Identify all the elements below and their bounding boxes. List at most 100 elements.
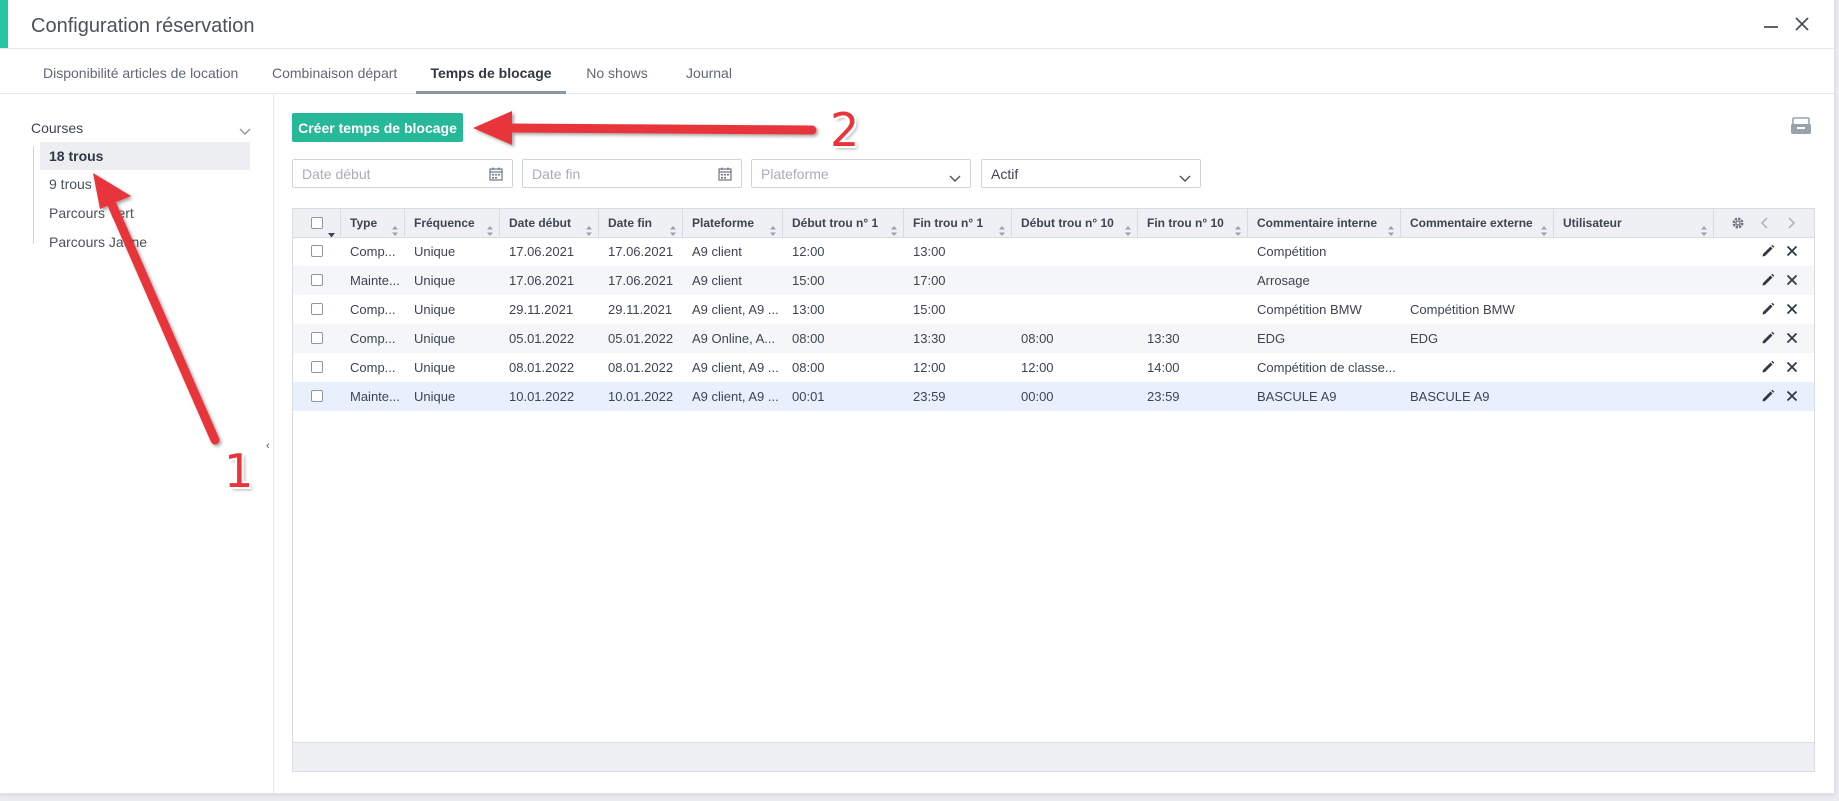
- edit-pencil-icon[interactable]: [1761, 273, 1775, 292]
- table-row[interactable]: Comp... Unique 29.11.2021 29.11.2021 A9 …: [293, 295, 1814, 324]
- cell-type: Comp...: [350, 244, 396, 259]
- course-item-18-trous[interactable]: 18 trous: [40, 142, 250, 170]
- column-header-commentaire-interne[interactable]: Commentaire interne: [1248, 209, 1401, 237]
- column-header-date-debut[interactable]: Date début: [500, 209, 599, 237]
- column-header-label: Début trou n° 10: [1021, 216, 1114, 230]
- courses-header[interactable]: Courses: [31, 120, 251, 140]
- platform-select[interactable]: Plateforme: [751, 159, 971, 188]
- tab-combinaison-depart[interactable]: Combinaison départ: [272, 49, 397, 93]
- collapse-sidebar-icon[interactable]: ‹: [266, 440, 270, 452]
- edit-pencil-icon[interactable]: [1761, 244, 1775, 263]
- cell-date-debut: 10.01.2022: [509, 389, 575, 404]
- cell-date-fin: 08.01.2022: [608, 360, 674, 375]
- annotation-label-1: 1: [224, 444, 254, 498]
- course-item-parcours-vert[interactable]: Parcours Vert: [40, 199, 250, 227]
- select-all-header[interactable]: [293, 209, 341, 238]
- cell-debut-trou-10: [1012, 237, 1138, 266]
- edit-pencil-icon[interactable]: [1761, 360, 1775, 379]
- status-select[interactable]: Actif: [981, 159, 1201, 188]
- date-start-filter[interactable]: [292, 159, 513, 188]
- edit-pencil-icon[interactable]: [1761, 302, 1775, 321]
- cell-debut-trou-10: 08:00: [1021, 331, 1054, 346]
- close-icon[interactable]: [1792, 14, 1812, 34]
- chevron-left-icon[interactable]: [1761, 216, 1769, 234]
- row-checkbox[interactable]: [311, 390, 323, 402]
- chevron-right-icon[interactable]: [1787, 216, 1795, 234]
- gear-icon[interactable]: [1731, 216, 1745, 235]
- course-item-parcours-jaune[interactable]: Parcours Jaune: [40, 228, 250, 256]
- edit-pencil-icon[interactable]: [1761, 389, 1775, 408]
- table-row[interactable]: Comp... Unique 17.06.2021 17.06.2021 A9 …: [293, 237, 1814, 266]
- table-row[interactable]: Comp... Unique 08.01.2022 08.01.2022 A9 …: [293, 353, 1814, 382]
- cell-type: Comp...: [350, 331, 396, 346]
- blocking-times-grid: Type Fréquence Date début Date fin Plate…: [292, 208, 1815, 772]
- archive-icon[interactable]: [1789, 116, 1813, 141]
- minimize-icon[interactable]: [1761, 14, 1781, 34]
- cell-fin-trou-1: 15:00: [913, 302, 946, 317]
- cell-fin-trou-10: [1138, 295, 1248, 324]
- delete-x-icon[interactable]: [1786, 389, 1798, 407]
- cell-debut-trou-1: 15:00: [792, 273, 825, 288]
- row-checkbox[interactable]: [311, 361, 323, 373]
- row-checkbox[interactable]: [311, 274, 323, 286]
- cell-fin-trou-1: 23:59: [913, 389, 946, 404]
- tab-temps-de-blocage[interactable]: Temps de blocage: [416, 49, 566, 94]
- cell-frequence: Unique: [414, 389, 456, 404]
- row-checkbox[interactable]: [311, 245, 323, 257]
- grid-header: Type Fréquence Date début Date fin Plate…: [293, 209, 1814, 238]
- cell-commentaire-externe: Compétition BMW: [1410, 302, 1515, 317]
- cell-debut-trou-10: [1012, 266, 1138, 295]
- status-select-value: Actif: [991, 166, 1019, 182]
- cell-plateforme: A9 client: [692, 273, 742, 288]
- table-row[interactable]: Mainte... Unique 17.06.2021 17.06.2021 A…: [293, 266, 1814, 295]
- column-header-label: Type: [350, 216, 378, 230]
- row-checkbox[interactable]: [311, 332, 323, 344]
- row-checkbox[interactable]: [311, 303, 323, 315]
- cell-fin-trou-1: 13:30: [913, 331, 946, 346]
- date-end-input[interactable]: [523, 160, 741, 187]
- select-all-checkbox[interactable]: [311, 217, 323, 229]
- column-header-frequence[interactable]: Fréquence: [405, 209, 500, 237]
- cell-fin-trou-10: 13:30: [1147, 331, 1180, 346]
- column-header-utilisateur[interactable]: Utilisateur: [1554, 209, 1714, 237]
- date-start-input[interactable]: [293, 160, 512, 187]
- cell-commentaire-externe: [1401, 266, 1554, 295]
- cell-fin-trou-10: 14:00: [1147, 360, 1180, 375]
- delete-x-icon[interactable]: [1786, 273, 1798, 291]
- cell-utilisateur: [1554, 295, 1714, 324]
- cell-date-debut: 17.06.2021: [509, 273, 575, 288]
- grid-footer: [293, 742, 1814, 771]
- course-item-9-trous[interactable]: 9 trous: [40, 170, 250, 198]
- column-header-fin-trou-1[interactable]: Fin trou n° 1: [904, 209, 1012, 237]
- delete-x-icon[interactable]: [1786, 302, 1798, 320]
- column-header-plateforme[interactable]: Plateforme: [683, 209, 783, 237]
- delete-x-icon[interactable]: [1786, 360, 1798, 378]
- column-header-commentaire-externe[interactable]: Commentaire externe: [1401, 209, 1554, 237]
- arrow-2: [473, 111, 817, 145]
- column-header-fin-trou-10[interactable]: Fin trou n° 10: [1138, 209, 1248, 237]
- cell-date-debut: 29.11.2021: [509, 302, 574, 317]
- table-row[interactable]: Comp... Unique 05.01.2022 05.01.2022 A9 …: [293, 324, 1814, 353]
- column-header-type[interactable]: Type: [341, 209, 405, 237]
- annotation-label-2: 2: [830, 103, 860, 157]
- cell-date-fin: 10.01.2022: [608, 389, 674, 404]
- column-header-debut-trou-10[interactable]: Début trou n° 10: [1012, 209, 1138, 237]
- column-header-date-fin[interactable]: Date fin: [599, 209, 683, 237]
- cell-frequence: Unique: [414, 273, 456, 288]
- delete-x-icon[interactable]: [1786, 244, 1798, 262]
- chevron-down-icon: [239, 123, 251, 139]
- cell-date-debut: 08.01.2022: [509, 360, 575, 375]
- date-end-filter[interactable]: [522, 159, 742, 188]
- cell-fin-trou-1: 17:00: [913, 273, 946, 288]
- tab-journal[interactable]: Journal: [686, 49, 732, 93]
- table-row[interactable]: Mainte... Unique 10.01.2022 10.01.2022 A…: [293, 382, 1814, 411]
- tab-no-shows[interactable]: No shows: [586, 49, 648, 93]
- column-header-debut-trou-1[interactable]: Début trou n° 1: [783, 209, 904, 237]
- tab-disponibilite[interactable]: Disponibilité articles de location: [43, 49, 238, 93]
- chevron-down-icon: [1179, 170, 1191, 188]
- title-bar: Configuration réservation: [0, 0, 1834, 49]
- edit-pencil-icon[interactable]: [1761, 331, 1775, 350]
- delete-x-icon[interactable]: [1786, 331, 1798, 349]
- create-blocking-time-button[interactable]: Créer temps de blocage: [292, 113, 463, 142]
- cell-date-debut: 05.01.2022: [509, 331, 575, 346]
